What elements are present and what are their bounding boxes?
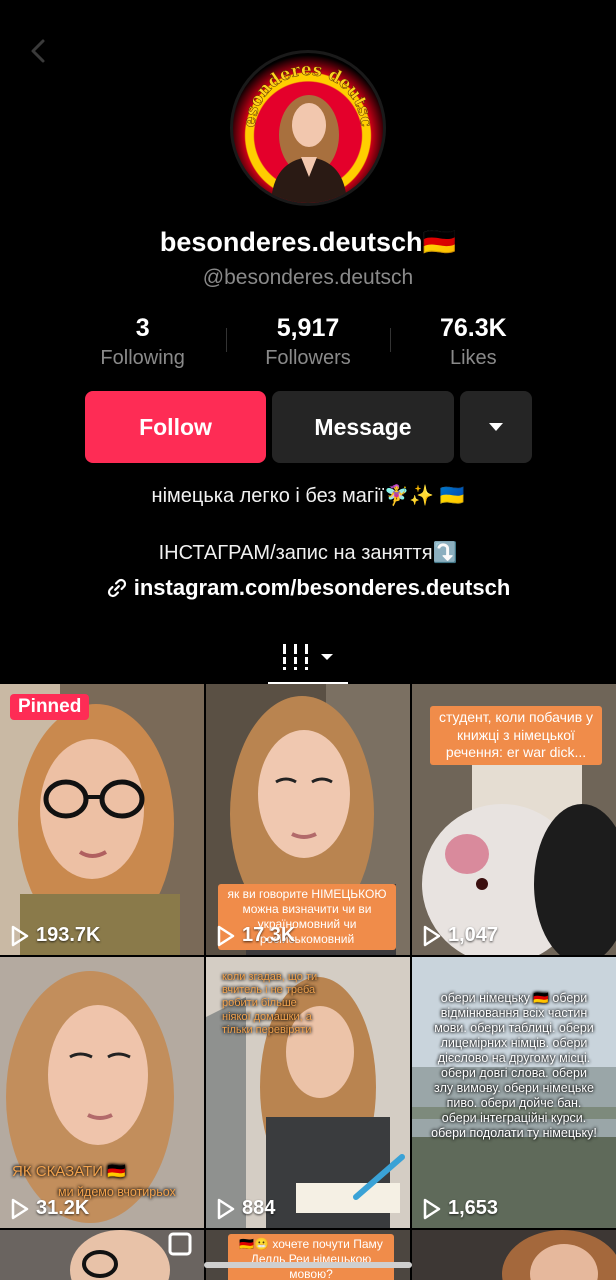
video-tile[interactable]: обери німецьку 🇩🇪 обери відмінювання всі…: [412, 957, 616, 1228]
play-icon: [423, 1198, 441, 1219]
play-icon: [423, 925, 441, 946]
stats-row: 3 Following 5,917 Followers 76.3K Likes: [60, 314, 556, 374]
view-count: 31.2K: [10, 1197, 89, 1220]
display-name: besonderes.deutsch🇩🇪: [159, 227, 457, 257]
bio-link-text: instagram.com/besonderes.deutsch: [133, 575, 511, 600]
video-tile[interactable]: як ви говорите НІМЕЦЬКОЮ можна визначити…: [206, 684, 410, 955]
stat-following[interactable]: 3 Following: [60, 314, 225, 374]
video-caption: 🇩🇪😬 хочете почути Паму Делль Реи німецьк…: [228, 1234, 394, 1280]
video-caption: обери німецьку 🇩🇪 обери відмінювання всі…: [431, 991, 597, 1140]
view-count-text: 1,653: [448, 1197, 499, 1219]
view-count: 884: [216, 1197, 275, 1220]
view-count-text: 17.3K: [242, 924, 296, 946]
play-icon: [11, 925, 29, 946]
play-icon: [217, 1198, 235, 1219]
video-tile[interactable]: Pinned 193.7K: [0, 684, 204, 955]
view-count-text: 884: [242, 1197, 276, 1219]
videos-grid-icon: [282, 644, 310, 670]
view-count: 193.7K: [10, 924, 101, 947]
video-tile[interactable]: студент, коли побачив у книжці з німецьк…: [412, 684, 616, 955]
chevron-down-icon: [321, 654, 333, 660]
view-count-text: 31.2K: [36, 1197, 90, 1219]
view-count-text: 1,047: [448, 924, 499, 946]
likes-label: Likes: [449, 347, 497, 369]
video-grid-next-row: 🇩🇪😬 хочете почути Паму Делль Реи німецьк…: [0, 1230, 616, 1280]
play-icon: [11, 1198, 29, 1219]
play-icon: [217, 925, 235, 946]
view-count: 1,653: [422, 1197, 498, 1220]
video-tile[interactable]: [412, 1230, 616, 1280]
video-tile[interactable]: 🇩🇪😬 хочете почути Паму Делль Реи німецьк…: [206, 1230, 410, 1280]
caret-down-icon: [489, 423, 503, 431]
view-count-text: 193.7K: [36, 924, 101, 946]
home-indicator: [204, 1262, 412, 1268]
video-tile[interactable]: ЯК СКАЗАТИ 🇩🇪 ми йдемо вчотирьох 31.2K: [0, 957, 204, 1228]
stat-likes[interactable]: 76.3K Likes: [391, 314, 556, 374]
username-handle: @besonderes.deutsch: [202, 266, 414, 289]
following-label: Following: [100, 347, 185, 369]
video-caption: ЯК СКАЗАТИ 🇩🇪: [12, 1163, 126, 1180]
view-count: 17.3K: [216, 924, 295, 947]
video-caption: студент, коли побачив у книжці з німецьк…: [430, 706, 602, 765]
follow-button[interactable]: Follow: [85, 391, 266, 463]
likes-count: 76.3K: [439, 314, 507, 342]
video-thumbnail: [0, 684, 204, 955]
link-icon: [107, 578, 126, 598]
video-tile[interactable]: коли згадав, що ти вчитель і не треба ро…: [206, 957, 410, 1228]
video-tile[interactable]: [0, 1230, 204, 1280]
video-thumbnail: [502, 1230, 616, 1280]
stat-followers[interactable]: 5,917 Followers: [225, 314, 390, 374]
tab-videos[interactable]: [268, 630, 348, 684]
followers-label: Followers: [265, 347, 351, 369]
avatar[interactable]: besonderes deutsch: [230, 50, 386, 206]
video-grid: Pinned 193.7K як ви говорите НІМЕЦЬКОЮ м…: [0, 684, 616, 1228]
avatar-portrait: besonderes deutsch: [233, 53, 376, 203]
bio-line-1: німецька легко і без магії🧚‍♀️✨ 🇺🇦: [151, 485, 465, 507]
bio-link[interactable]: instagram.com/besonderes.deutsch: [0, 575, 616, 601]
video-caption: коли згадав, що ти вчитель і не треба ро…: [222, 971, 318, 1036]
bio-line-2: ІНСТАГРАМ/запис на заняття⤵️: [158, 542, 458, 564]
stat-divider: [226, 328, 227, 352]
view-count: 1,047: [422, 924, 498, 947]
stat-divider: [390, 328, 391, 352]
following-count: 3: [135, 314, 150, 342]
followers-count: 5,917: [276, 314, 340, 342]
pinned-badge: Pinned: [10, 694, 90, 720]
video-thumbnail: [70, 1230, 192, 1280]
message-button[interactable]: Message: [272, 391, 454, 463]
suggested-accounts-button[interactable]: [460, 391, 532, 463]
back-icon[interactable]: [24, 36, 54, 66]
profile-tab-bar: [0, 630, 616, 684]
